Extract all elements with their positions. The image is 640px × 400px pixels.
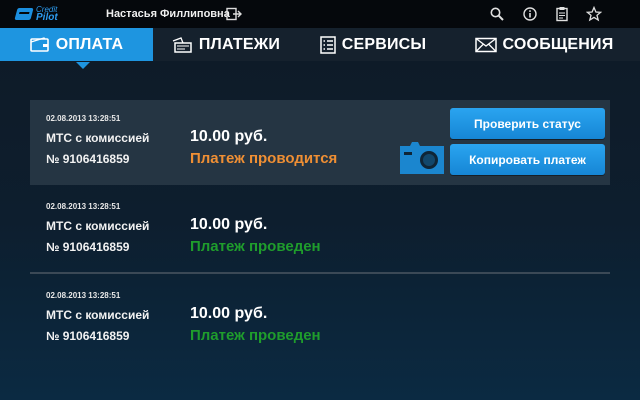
- payments-list: 02.08.2013 13:28:51 МТС с комиссией № 91…: [30, 100, 610, 363]
- logout-icon[interactable]: [226, 7, 242, 21]
- payments-icon: [171, 36, 193, 53]
- payment-date: 02.08.2013 13:28:51: [46, 291, 121, 300]
- clipboard-icon[interactable]: [554, 6, 570, 22]
- payment-service: МТС с комиссией: [46, 308, 150, 322]
- info-icon[interactable]: [522, 6, 538, 22]
- star-icon[interactable]: [586, 6, 602, 22]
- camera-icon[interactable]: [398, 140, 446, 176]
- payment-amount: 10.00 руб.: [190, 216, 268, 233]
- tab-payment[interactable]: ОПЛАТА: [0, 28, 153, 61]
- payment-status: Платеж проведен: [190, 327, 321, 344]
- active-tab-pointer: [76, 62, 90, 69]
- payment-service: МТС с комиссией: [46, 219, 150, 233]
- payment-row[interactable]: 02.08.2013 13:28:51 МТС с комиссией № 91…: [30, 100, 610, 185]
- top-bar: Credit Pilot Настасья Филлиповна: [0, 0, 640, 28]
- payment-amount: 10.00 руб.: [190, 128, 268, 145]
- payment-status: Платеж проводится: [190, 150, 338, 167]
- payment-row[interactable]: 02.08.2013 13:28:51 МТС с комиссией № 91…: [30, 277, 610, 363]
- logo-line2: Pilot: [36, 12, 58, 23]
- tab-label: ОПЛАТА: [55, 35, 124, 53]
- tab-label: СООБЩЕНИЯ: [502, 35, 614, 53]
- check-status-button[interactable]: Проверить статус: [450, 108, 605, 139]
- logo-mark: [14, 8, 34, 20]
- payment-row[interactable]: 02.08.2013 13:28:51 МТС с комиссией № 91…: [30, 188, 610, 274]
- user-name: Настасья Филлиповна: [106, 8, 230, 20]
- list-icon: [319, 35, 336, 54]
- copy-payment-button[interactable]: Копировать платеж: [450, 144, 605, 175]
- payment-date: 02.08.2013 13:28:51: [46, 114, 121, 123]
- payment-status: Платеж проведен: [190, 238, 321, 255]
- payment-number: № 9106416859: [46, 240, 130, 254]
- tab-label: СЕРВИСЫ: [341, 35, 427, 53]
- payment-number: № 9106416859: [46, 152, 130, 166]
- tab-payments[interactable]: ПЛАТЕЖИ: [153, 28, 298, 61]
- wallet-icon: [29, 36, 50, 53]
- envelope-icon: [474, 37, 497, 53]
- tab-services[interactable]: СЕРВИСЫ: [298, 28, 448, 61]
- tab-messages[interactable]: СООБЩЕНИЯ: [448, 28, 640, 61]
- payment-amount: 10.00 руб.: [190, 305, 268, 322]
- payment-service: МТС с комиссией: [46, 131, 150, 145]
- app-logo: Credit Pilot: [14, 4, 78, 24]
- tab-label: ПЛАТЕЖИ: [198, 35, 281, 53]
- payment-date: 02.08.2013 13:28:51: [46, 202, 121, 211]
- payment-number: № 9106416859: [46, 329, 130, 343]
- search-icon[interactable]: [489, 6, 505, 22]
- main-nav: ОПЛАТА ПЛАТЕЖИ СЕРВИСЫ СООБЩЕНИЯ: [0, 28, 640, 61]
